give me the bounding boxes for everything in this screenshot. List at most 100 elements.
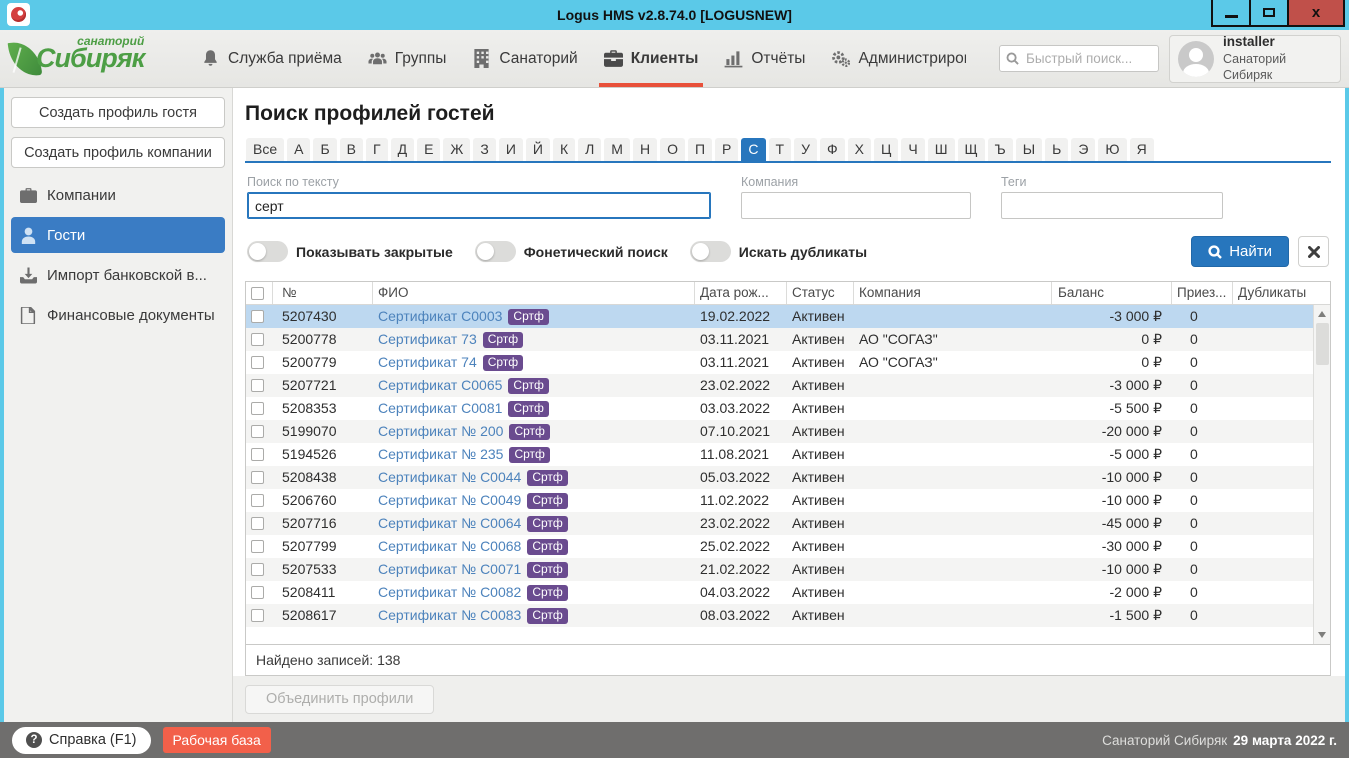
guest-profile-link[interactable]: Сертификат № C0083: [378, 607, 521, 623]
guest-profile-link[interactable]: Сертификат C0003: [378, 308, 502, 324]
help-button[interactable]: ? Справка (F1): [12, 727, 151, 754]
sidebar-item-companies[interactable]: Компании: [11, 177, 225, 213]
user-panel[interactable]: installer Санаторий Сибиряк: [1169, 35, 1341, 83]
alphabet-tab[interactable]: Е: [417, 138, 440, 161]
row-checkbox[interactable]: [251, 586, 264, 599]
nav-item-reception[interactable]: Служба приёма: [188, 30, 355, 87]
guest-profile-link[interactable]: Сертификат № 200: [378, 423, 503, 439]
row-checkbox[interactable]: [251, 563, 264, 576]
maximize-button[interactable]: [1249, 0, 1289, 27]
nav-item-reports[interactable]: Отчёты: [711, 30, 818, 87]
table-row[interactable]: 5208617Сертификат № C0083Сртф08.03.2022А…: [246, 604, 1313, 627]
table-row[interactable]: 5208353Сертификат C0081Сртф03.03.2022Акт…: [246, 397, 1313, 420]
alphabet-tab[interactable]: О: [660, 138, 685, 161]
nav-item-groups[interactable]: Группы: [355, 30, 460, 87]
row-checkbox[interactable]: [251, 425, 264, 438]
sidebar-item-bank-import[interactable]: Импорт банковской в...: [11, 257, 225, 293]
guest-profile-link[interactable]: Сертификат 73: [378, 331, 477, 347]
alphabet-tab[interactable]: А: [287, 138, 310, 161]
alphabet-tab[interactable]: И: [499, 138, 523, 161]
row-checkbox[interactable]: [251, 356, 264, 369]
alphabet-tab[interactable]: Все: [246, 138, 284, 161]
alphabet-tab[interactable]: Ч: [901, 138, 924, 161]
table-row[interactable]: 5208411Сертификат № C0082Сртф04.03.2022А…: [246, 581, 1313, 604]
alphabet-tab[interactable]: Ь: [1045, 138, 1068, 161]
row-checkbox[interactable]: [251, 517, 264, 530]
column-header-fio[interactable]: ФИО: [373, 282, 695, 304]
alphabet-tab[interactable]: Ц: [874, 138, 898, 161]
vertical-scrollbar[interactable]: [1313, 305, 1330, 644]
table-row[interactable]: 5207533Сертификат № C0071Сртф21.02.2022А…: [246, 558, 1313, 581]
alphabet-tab[interactable]: У: [794, 138, 817, 161]
alphabet-tab[interactable]: К: [553, 138, 575, 161]
table-row[interactable]: 5207721Сертификат C0065Сртф23.02.2022Акт…: [246, 374, 1313, 397]
row-checkbox[interactable]: [251, 448, 264, 461]
guest-profile-link[interactable]: Сертификат C0065: [378, 377, 502, 393]
find-duplicates-toggle[interactable]: [690, 241, 731, 262]
guest-profile-link[interactable]: Сертификат № C0049: [378, 492, 521, 508]
row-checkbox[interactable]: [251, 494, 264, 507]
phonetic-search-toggle[interactable]: [475, 241, 516, 262]
table-row[interactable]: 5208438Сертификат № C0044Сртф05.03.2022А…: [246, 466, 1313, 489]
column-header-status[interactable]: Статус: [787, 282, 854, 304]
create-guest-profile-button[interactable]: Создать профиль гостя: [11, 97, 225, 128]
table-row[interactable]: 5206760Сертификат № C0049Сртф11.02.2022А…: [246, 489, 1313, 512]
alphabet-tab[interactable]: Ж: [443, 138, 470, 161]
guest-profile-link[interactable]: Сертификат № C0082: [378, 584, 521, 600]
scroll-up-icon[interactable]: [1318, 311, 1326, 317]
alphabet-tab[interactable]: Б: [313, 138, 336, 161]
merge-profiles-button[interactable]: Объединить профили: [245, 685, 434, 714]
guest-profile-link[interactable]: Сертификат № C0068: [378, 538, 521, 554]
row-checkbox[interactable]: [251, 310, 264, 323]
row-checkbox[interactable]: [251, 379, 264, 392]
alphabet-tab[interactable]: Я: [1130, 138, 1154, 161]
company-filter-input[interactable]: [741, 192, 971, 219]
close-button[interactable]: x: [1287, 0, 1345, 27]
alphabet-tab[interactable]: Щ: [958, 138, 985, 161]
column-header-duplicates[interactable]: Дубликаты: [1233, 282, 1313, 304]
sidebar-item-guests[interactable]: Гости: [11, 217, 225, 253]
alphabet-tab[interactable]: Ш: [928, 138, 955, 161]
guest-profile-link[interactable]: Сертификат 74: [378, 354, 477, 370]
table-row[interactable]: 5200779Сертификат 74Сртф03.11.2021Активе…: [246, 351, 1313, 374]
alphabet-tab[interactable]: С: [741, 138, 765, 161]
alphabet-tab[interactable]: Ю: [1098, 138, 1126, 161]
guest-profile-link[interactable]: Сертификат № 235: [378, 446, 503, 462]
sidebar-item-financial-documents[interactable]: Финансовые документы: [11, 297, 225, 333]
row-checkbox[interactable]: [251, 609, 264, 622]
guest-profile-link[interactable]: Сертификат № C0071: [378, 561, 521, 577]
text-search-input[interactable]: [247, 192, 711, 219]
show-closed-toggle[interactable]: [247, 241, 288, 262]
table-row[interactable]: 5207799Сертификат № C0068Сртф25.02.2022А…: [246, 535, 1313, 558]
nav-item-administration[interactable]: Администрирова: [818, 30, 966, 87]
row-checkbox[interactable]: [251, 540, 264, 553]
column-header-company[interactable]: Компания: [854, 282, 1052, 304]
alphabet-tab[interactable]: Р: [715, 138, 738, 161]
table-row[interactable]: 5207716Сертификат № C0064Сртф23.02.2022А…: [246, 512, 1313, 535]
clear-search-button[interactable]: [1298, 236, 1329, 267]
tags-filter-input[interactable]: [1001, 192, 1223, 219]
quick-search-input[interactable]: [999, 45, 1159, 72]
row-checkbox[interactable]: [251, 402, 264, 415]
nav-item-clients[interactable]: Клиенты: [591, 30, 712, 87]
table-row[interactable]: 5207430Сертификат C0003Сртф19.02.2022Акт…: [246, 305, 1313, 328]
alphabet-tab[interactable]: Т: [769, 138, 792, 161]
alphabet-tab[interactable]: Ф: [820, 138, 845, 161]
row-checkbox[interactable]: [251, 333, 264, 346]
column-header-arrivals[interactable]: Приез...: [1172, 282, 1233, 304]
alphabet-tab[interactable]: Й: [526, 138, 550, 161]
scroll-down-icon[interactable]: [1318, 632, 1326, 638]
table-row[interactable]: 5200778Сертификат 73Сртф03.11.2021Активе…: [246, 328, 1313, 351]
find-button[interactable]: Найти: [1191, 236, 1289, 267]
minimize-button[interactable]: [1211, 0, 1251, 27]
column-header-number[interactable]: №: [273, 282, 373, 304]
row-checkbox[interactable]: [251, 471, 264, 484]
column-header-balance[interactable]: Баланс: [1052, 282, 1172, 304]
guest-profile-link[interactable]: Сертификат № C0044: [378, 469, 521, 485]
alphabet-tab[interactable]: Ъ: [988, 138, 1013, 161]
alphabet-tab[interactable]: Ы: [1016, 138, 1042, 161]
scrollbar-thumb[interactable]: [1316, 323, 1329, 365]
select-all-checkbox[interactable]: [251, 287, 264, 300]
table-row[interactable]: 5199070Сертификат № 200Сртф07.10.2021Акт…: [246, 420, 1313, 443]
column-header-birthdate[interactable]: Дата рож...: [695, 282, 787, 304]
